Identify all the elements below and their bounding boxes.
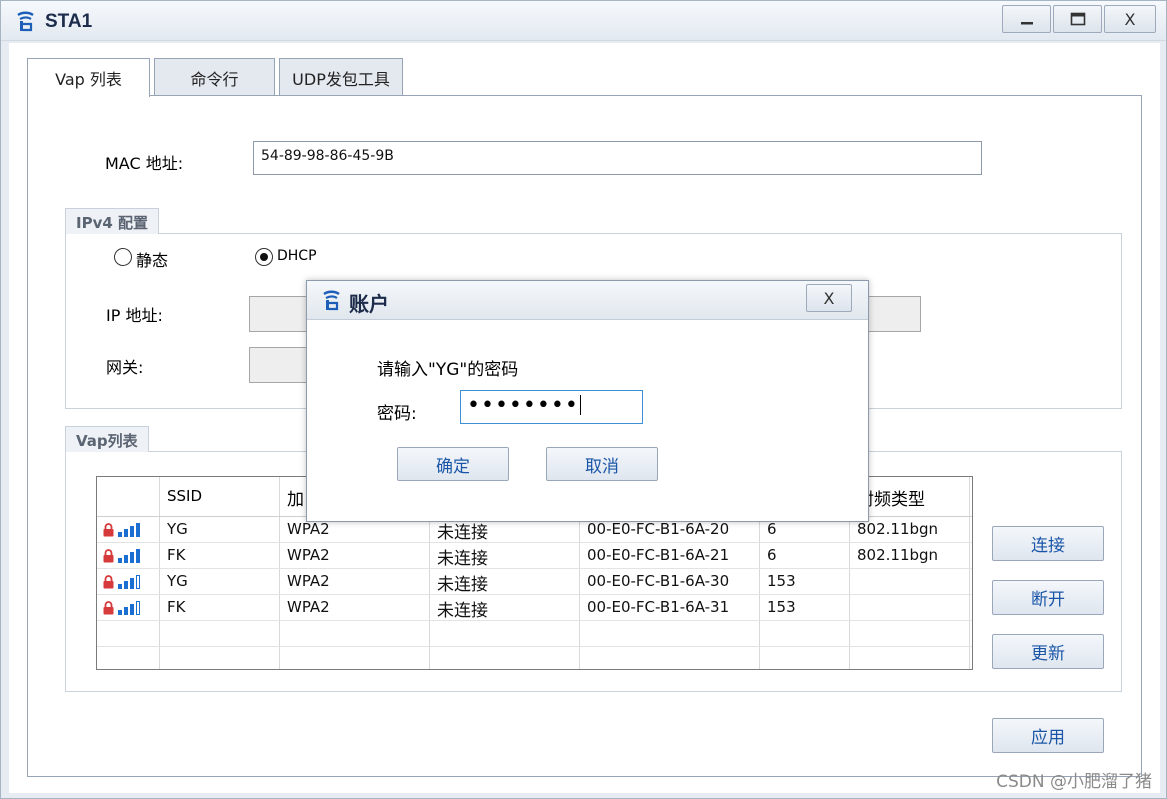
- password-prompt: 请输入"YG"的密码: [377, 360, 519, 380]
- cell-encryption: WPA2: [287, 598, 330, 616]
- table-row[interactable]: FK WPA2 未连接 00-E0-FC-B1-6A-31 153: [97, 595, 972, 621]
- main-window: STA1 X Vap 列表 命令行 UDP发包工具 MAC 地址: 54-89-…: [0, 0, 1167, 799]
- password-value: ••••••••: [467, 393, 579, 418]
- cell-vap-mac: 00-E0-FC-B1-6A-31: [587, 598, 730, 616]
- cell-encryption: WPA2: [287, 572, 330, 590]
- table-row[interactable]: FK WPA2 未连接 00-E0-FC-B1-6A-21 6 802.11bgn: [97, 543, 972, 569]
- lock-icon: [103, 601, 114, 615]
- connect-button[interactable]: 连接: [992, 526, 1104, 561]
- gateway-label: 网关:: [106, 358, 144, 377]
- lock-icon: [103, 549, 114, 563]
- cell-state: 未连接: [437, 601, 488, 621]
- cell-state: 未连接: [437, 549, 488, 569]
- cell-encryption: WPA2: [287, 546, 330, 564]
- cell-vap-mac: 00-E0-FC-B1-6A-30: [587, 572, 730, 590]
- cell-encryption: WPA2: [287, 520, 330, 538]
- dialog-title-bar[interactable]: 账户 X: [307, 281, 868, 320]
- account-dialog: 账户 X 请输入"YG"的密码 密码: •••••••• 确定 取消: [306, 280, 869, 522]
- close-icon: X: [823, 288, 835, 308]
- refresh-button[interactable]: 更新: [992, 634, 1104, 669]
- dialog-title: 账户: [349, 292, 389, 316]
- window-title: STA1: [45, 11, 93, 32]
- cell-radio-type: 802.11bgn: [857, 546, 939, 564]
- cell-ssid: FK: [167, 546, 186, 564]
- cell-ssid: YG: [167, 572, 188, 590]
- gateway-field[interactable]: [249, 347, 309, 383]
- maximize-button[interactable]: [1053, 5, 1102, 33]
- header-encryption[interactable]: 加: [287, 485, 304, 510]
- cell-channel: 6: [767, 546, 777, 564]
- tab-bar: Vap 列表 命令行 UDP发包工具: [27, 58, 407, 97]
- ipv4-group-title: IPv4 配置: [65, 208, 160, 234]
- apply-button[interactable]: 应用: [992, 718, 1104, 753]
- password-input[interactable]: ••••••••: [460, 390, 643, 424]
- ip-label: IP 地址:: [106, 306, 163, 325]
- close-button[interactable]: X: [1104, 5, 1156, 33]
- mac-label: MAC 地址:: [105, 154, 184, 173]
- tab-vap-list[interactable]: Vap 列表: [27, 58, 150, 97]
- cell-vap-mac: 00-E0-FC-B1-6A-21: [587, 546, 730, 564]
- watermark: CSDN @小肥溜了猪: [996, 772, 1152, 792]
- tab-udp-tool[interactable]: UDP发包工具: [279, 58, 403, 96]
- header-ssid[interactable]: SSID: [167, 487, 202, 505]
- station-icon: [323, 290, 340, 311]
- minimize-icon: [1020, 22, 1033, 25]
- signal-strength-icon: [103, 547, 142, 563]
- static-radio[interactable]: [114, 248, 132, 266]
- cell-state: 未连接: [437, 575, 488, 595]
- title-bar[interactable]: STA1 X: [1, 1, 1166, 41]
- cell-channel: 153: [767, 572, 796, 590]
- cell-radio-type: 802.11bgn: [857, 520, 939, 538]
- close-icon: X: [1124, 9, 1136, 29]
- lock-icon: [103, 575, 114, 589]
- empty-row: [97, 621, 972, 647]
- cell-ssid: FK: [167, 598, 186, 616]
- disconnect-button[interactable]: 断开: [992, 580, 1104, 615]
- static-label: 静态: [136, 251, 169, 270]
- ok-button[interactable]: 确定: [397, 447, 509, 481]
- maximize-icon: [1070, 12, 1085, 26]
- cancel-button[interactable]: 取消: [546, 447, 658, 481]
- signal-strength-icon: [103, 573, 142, 589]
- tab-command-line[interactable]: 命令行: [154, 58, 275, 96]
- signal-strength-icon: [103, 521, 142, 537]
- table-row[interactable]: YG WPA2 未连接 00-E0-FC-B1-6A-30 153: [97, 569, 972, 595]
- minimize-button[interactable]: [1002, 5, 1051, 33]
- dhcp-radio[interactable]: [255, 248, 273, 266]
- lock-icon: [103, 523, 114, 537]
- cell-channel: 153: [767, 598, 796, 616]
- mac-address-field[interactable]: 54-89-98-86-45-9B: [253, 141, 982, 175]
- cell-channel: 6: [767, 520, 777, 538]
- empty-row: [97, 647, 972, 669]
- vap-group-title: Vap列表: [65, 426, 149, 452]
- dhcp-label: DHCP: [277, 248, 317, 264]
- station-icon: [17, 11, 34, 32]
- signal-strength-icon: [103, 599, 142, 615]
- dialog-close-button[interactable]: X: [806, 284, 852, 312]
- cell-ssid: YG: [167, 520, 188, 538]
- password-label: 密码:: [377, 404, 417, 424]
- cell-vap-mac: 00-E0-FC-B1-6A-20: [587, 520, 730, 538]
